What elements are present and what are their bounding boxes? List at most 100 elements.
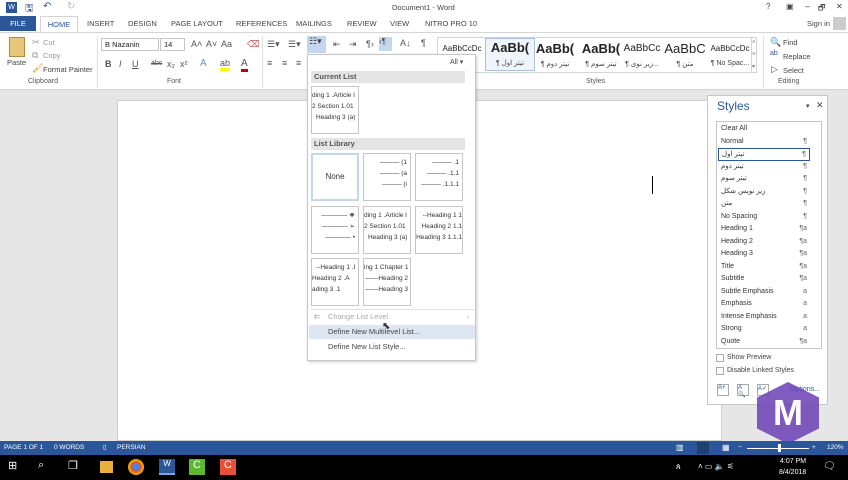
change-case-button[interactable]: Aa xyxy=(221,39,232,49)
style-item[interactable]: Intense Emphasis a xyxy=(718,311,810,324)
new-style-icon[interactable]: A+ xyxy=(717,384,729,396)
style-item[interactable]: Subtitle ¶a xyxy=(718,273,810,286)
tab-nitro[interactable]: NITRO PRO 10 xyxy=(425,19,477,28)
italic-button[interactable]: I xyxy=(119,59,122,69)
show-preview-checkbox[interactable] xyxy=(716,354,724,362)
list-library-item[interactable]: ——— .1 ——— .1.1 ——— .1.1.1 xyxy=(415,153,463,201)
grow-font-icon[interactable]: A˄ xyxy=(191,39,202,49)
restore-button[interactable]: 🗗 xyxy=(818,2,826,16)
clock-time[interactable]: 4:07 PM xyxy=(780,458,806,465)
gallery-scroll[interactable]: ˄ ˅ ▾ xyxy=(751,37,758,73)
style-titr-aval[interactable]: AaBb(¶ تیتر اول xyxy=(485,38,535,71)
superscript-button[interactable]: x² xyxy=(180,59,188,69)
tab-insert[interactable]: INSERT xyxy=(87,19,114,28)
style-item[interactable]: Emphasis a xyxy=(718,298,810,311)
style-item[interactable]: زیر نویس شکل ¶ xyxy=(718,186,810,199)
page-count[interactable]: PAGE 1 OF 1 xyxy=(4,441,43,455)
style-inspector-icon[interactable]: A🔍 xyxy=(737,384,749,398)
people-icon[interactable]: ጰ xyxy=(676,462,681,472)
increase-indent-icon[interactable]: ⇥ xyxy=(349,39,357,50)
style-item[interactable]: متن ¶ xyxy=(718,198,810,211)
style-item[interactable]: Subtle Emphasis a xyxy=(718,286,810,299)
multilevel-list-button[interactable]: ☷▾ xyxy=(307,36,326,53)
pane-options-icon[interactable]: ▾ xyxy=(806,102,810,110)
bold-button[interactable]: B xyxy=(105,59,112,69)
style-item[interactable]: Strong a xyxy=(718,323,810,336)
zoom-out-icon[interactable]: − xyxy=(738,441,742,455)
style-item[interactable]: Normal ¶ xyxy=(718,136,810,149)
style-item[interactable]: Heading 1 ¶a xyxy=(718,223,810,236)
align-right-icon[interactable]: ≡ xyxy=(296,58,301,68)
copy-button[interactable]: Copy xyxy=(43,51,61,60)
align-left-icon[interactable]: ≡ xyxy=(267,58,272,68)
list-library-item[interactable]: ———— ❖ ———— ➢ ———— • xyxy=(311,206,359,254)
highlight-icon[interactable]: ab xyxy=(220,58,231,71)
list-library-item[interactable]: ——— (1 ——— (a ——— (i xyxy=(363,153,411,201)
font-color-icon[interactable]: A xyxy=(241,58,248,72)
close-button[interactable]: ✕ xyxy=(836,2,843,11)
style-item[interactable]: Clear All xyxy=(718,123,810,136)
zoom-slider-thumb[interactable] xyxy=(778,444,781,452)
notifications-icon[interactable]: 🗨 xyxy=(823,461,836,472)
tab-page-layout[interactable]: PAGE LAYOUT xyxy=(171,19,223,28)
list-library-item[interactable]: ing 1 Chapter 1 ——Heading 2 ——Heading 3 xyxy=(363,258,411,306)
decrease-indent-icon[interactable]: ⇤ xyxy=(333,39,341,50)
paste-icon[interactable] xyxy=(9,37,25,57)
tab-home[interactable]: HOME xyxy=(40,16,78,32)
tab-mailings[interactable]: MAILINGS xyxy=(296,19,332,28)
rtl-button[interactable]: ‹¶ xyxy=(379,37,392,51)
style-matn[interactable]: AaBbC ¶ متن xyxy=(660,40,710,68)
font-name-input[interactable]: B Nazanin xyxy=(101,38,159,51)
text-effects-icon[interactable]: A xyxy=(200,58,207,69)
start-icon[interactable]: ⊞ xyxy=(8,459,24,475)
disable-linked-checkbox[interactable] xyxy=(716,367,724,375)
font-size-input[interactable]: 14 xyxy=(160,38,185,51)
zoom-level[interactable]: 120% xyxy=(827,441,844,455)
undo-icon[interactable]: ↶ xyxy=(43,1,51,12)
list-library-item[interactable]: --Heading 1 .I Heading 2 .A ading 3 .1 xyxy=(311,258,359,306)
select-button[interactable]: Select xyxy=(783,66,804,75)
tab-review[interactable]: REVIEW xyxy=(347,19,377,28)
print-layout-icon[interactable] xyxy=(697,442,709,454)
word-taskbar-icon[interactable]: W xyxy=(159,459,175,475)
proofing-icon[interactable]: ▯ xyxy=(103,441,107,455)
paste-button[interactable]: Paste xyxy=(7,58,26,67)
strikethrough-button[interactable]: abc xyxy=(151,60,162,67)
help-button[interactable]: ? xyxy=(766,2,770,11)
style-item[interactable]: Heading 2 ¶a xyxy=(718,236,810,249)
change-list-level-item[interactable]: ⇇ Change List Level › xyxy=(309,310,475,324)
zoom-in-icon[interactable]: + xyxy=(812,441,816,455)
define-new-list-style-item[interactable]: Define New List Style... xyxy=(309,340,475,354)
file-explorer-icon[interactable] xyxy=(100,461,113,473)
tab-view[interactable]: VIEW xyxy=(390,19,409,28)
underline-button[interactable]: U xyxy=(132,59,139,69)
sign-in-link[interactable]: Sign in xyxy=(807,19,830,28)
avatar[interactable] xyxy=(833,17,846,30)
shrink-font-icon[interactable]: A˅ xyxy=(206,39,217,49)
style-titr-dovom[interactable]: AaBb(¶ تیتر دوم xyxy=(530,40,580,68)
style-no-spacing[interactable]: AaBbCcDc ¶ No Spac... xyxy=(705,40,755,67)
format-painter-button[interactable]: Format Painter xyxy=(43,65,93,74)
word-count[interactable]: 0 WORDS xyxy=(54,441,84,455)
chrome-icon[interactable] xyxy=(128,459,144,475)
tab-design[interactable]: DESIGN xyxy=(128,19,157,28)
style-item[interactable]: تیتر سوم ¶ xyxy=(718,173,810,186)
web-layout-icon[interactable]: ▦ xyxy=(722,441,730,455)
list-library-item[interactable]: ding 1 .Article I2 Section 1.01 Heading 3… xyxy=(363,206,411,254)
redo-icon[interactable]: ↻ xyxy=(67,1,75,12)
find-button[interactable]: Find xyxy=(783,38,798,47)
sort-icon[interactable]: A↓ xyxy=(400,38,411,48)
show-marks-icon[interactable]: ¶ xyxy=(421,38,426,48)
list-library-item[interactable]: --Heading 1 1 Heading 2 1.1 Heading 3 1.1.… xyxy=(415,206,463,254)
language[interactable]: PERSIAN xyxy=(117,441,146,455)
style-item[interactable]: Heading 3 ¶a xyxy=(718,248,810,261)
camtasia-green-icon[interactable]: C xyxy=(189,459,205,475)
close-pane-icon[interactable]: ✕ xyxy=(816,100,824,111)
tab-references[interactable]: REFERENCES xyxy=(236,19,287,28)
task-view-icon[interactable]: ❐ xyxy=(68,459,84,475)
ribbon-display-button[interactable]: ▣ xyxy=(786,2,794,11)
replace-button[interactable]: Replace xyxy=(783,52,811,61)
search-icon[interactable]: ⌕ xyxy=(38,459,54,475)
subscript-button[interactable]: x₂ xyxy=(167,59,175,69)
style-item[interactable]: Quote ¶a xyxy=(718,336,810,349)
